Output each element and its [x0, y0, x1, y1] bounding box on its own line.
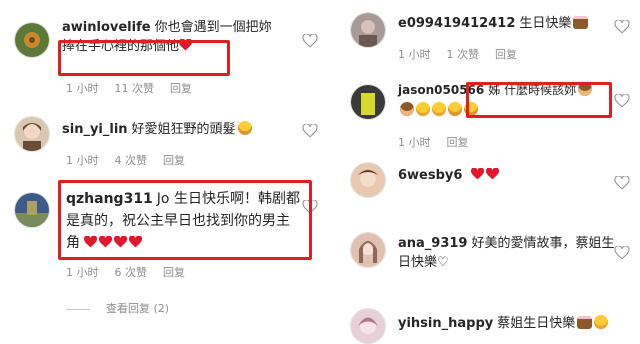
comment-username[interactable]: jason050566	[398, 83, 484, 97]
reply-button[interactable]: 回复	[170, 82, 192, 95]
reply-button[interactable]: 回复	[163, 154, 185, 167]
laughing-emoji-icon	[237, 121, 252, 135]
divider	[66, 308, 90, 310]
avatar[interactable]	[350, 12, 386, 48]
heart-emoji	[114, 236, 128, 248]
comment-ana_9319: ana_9319 好美的愛情故事，蔡姐生日快樂♡	[338, 226, 640, 294]
face-emoji-icon	[432, 102, 446, 116]
right-comment-column: e099419412412 生日快樂 1 小时 1 次赞 回复 jason050566…	[338, 0, 640, 344]
like-heart-icon[interactable]	[302, 124, 318, 138]
heart-emoji	[99, 236, 113, 248]
avatar[interactable]	[350, 232, 386, 268]
comment-username[interactable]: yihsin_happy	[398, 316, 493, 331]
comment-text: 生日快樂	[519, 16, 572, 31]
like-heart-icon[interactable]	[614, 94, 630, 108]
comment-username[interactable]: awinlovelife	[62, 20, 151, 35]
comment-text: 姊 什麼時候該妳	[488, 83, 577, 97]
view-replies-label[interactable]: 查看回复 (2)	[106, 302, 169, 315]
comment-meta: 1 小时 回复	[398, 134, 485, 150]
like-heart-icon[interactable]	[302, 34, 318, 48]
comment-username[interactable]: e099419412412	[398, 16, 515, 31]
comment-body: sin_yi_lin 好愛姐狂野的頭髮	[62, 120, 292, 139]
comment-body: ana_9319 好美的愛情故事，蔡姐生日快樂♡	[398, 234, 620, 272]
four-hearts	[84, 235, 144, 251]
heart-emoji	[129, 236, 143, 248]
comment-likes[interactable]: 11 次赞	[115, 82, 155, 95]
comment-awinlovelife: awinlovelife 你也會遇到一個把妳捧在手心裡的那個他 1 小时 11 次赞…	[0, 0, 320, 100]
comment-body: 6wesby6	[398, 166, 620, 185]
cake-emoji-icon	[577, 316, 593, 329]
reply-button[interactable]: 回复	[447, 136, 469, 149]
like-heart-icon[interactable]	[614, 176, 630, 190]
comment-username[interactable]: 6wesby6	[398, 168, 462, 183]
heart-emoji	[179, 39, 193, 51]
comment-meta: 1 小时 6 次赞 回复	[66, 264, 201, 280]
comment-meta: 1 小时 11 次赞 回复	[66, 80, 208, 96]
comment-meta: 1 小时 1 次赞 回复	[398, 46, 533, 62]
like-heart-icon[interactable]	[302, 200, 318, 214]
avatar[interactable]	[350, 162, 386, 198]
face-emoji-icon	[416, 102, 430, 116]
comment-username[interactable]: qzhang311	[66, 191, 153, 207]
comment-likes[interactable]: 6 次赞	[115, 266, 148, 279]
monkey-emoji-icon	[400, 102, 414, 116]
comment-username[interactable]: ana_9319	[398, 236, 467, 251]
like-heart-icon[interactable]	[614, 246, 630, 260]
view-replies-link[interactable]: 查看回复 (2)	[66, 300, 169, 316]
face-emoji-icon	[594, 315, 609, 329]
comment-meta: 1 小时 4 次赞 回复	[66, 152, 201, 168]
comment-body: qzhang311 Jo 生日快乐啊！韩剧都是真的，祝公主早日也找到你的男主角	[66, 188, 300, 254]
comment-likes[interactable]: 4 次赞	[115, 154, 148, 167]
comment-time: 1 小时	[66, 82, 99, 95]
comment-qzhang311: qzhang311 Jo 生日快乐啊！韩剧都是真的，祝公主早日也找到你的男主角 1…	[0, 180, 320, 290]
avatar[interactable]	[14, 192, 50, 228]
comment-jason050566: jason050566 姊 什麼時候該妳 1 小时 回复	[338, 74, 640, 158]
heart-emoji	[485, 168, 499, 180]
reply-button[interactable]: 回复	[163, 266, 185, 279]
comment-sin_yi_lin: sin_yi_lin 好愛姐狂野的頭髮 1 小时 4 次赞 回复	[0, 104, 320, 176]
reply-button[interactable]: 回复	[495, 48, 517, 61]
heart-emoji	[84, 236, 98, 248]
comment-likes[interactable]: 1 次赞	[447, 48, 480, 61]
comment-6wesby6: 6wesby6	[338, 160, 640, 220]
like-heart-icon[interactable]	[614, 20, 630, 34]
comment-e099419412412: e099419412412 生日快樂 1 小时 1 次赞 回复	[338, 0, 640, 72]
comment-text: 好愛姐狂野的頭髮	[131, 122, 236, 137]
avatar[interactable]	[14, 22, 50, 58]
comment-body: awinlovelife 你也會遇到一個把妳捧在手心裡的那個他	[62, 18, 282, 56]
laughing-emoji-icon	[448, 102, 462, 116]
laughing-emoji-icon	[464, 102, 478, 116]
comment-text: 蔡姐生日快樂	[497, 316, 576, 331]
avatar[interactable]	[14, 116, 50, 152]
comment-time: 1 小时	[398, 136, 431, 149]
comment-time: 1 小时	[66, 154, 99, 167]
comment-time: 1 小时	[66, 266, 99, 279]
cake-emoji-icon	[573, 16, 589, 29]
monkey-emoji-icon	[578, 82, 593, 96]
comment-body: jason050566 姊 什麼時候該妳	[398, 80, 620, 120]
avatar[interactable]	[350, 84, 386, 120]
heart-emoji	[470, 168, 484, 180]
comment-body: yihsin_happy 蔡姐生日快樂	[398, 314, 620, 333]
comment-time: 1 小时	[398, 48, 431, 61]
left-comment-column: awinlovelife 你也會遇到一個把妳捧在手心裡的那個他 1 小时 11 次赞…	[0, 0, 320, 341]
comment-body: e099419412412 生日快樂	[398, 14, 618, 33]
comment-yihsin_happy: yihsin_happy 蔡姐生日快樂	[338, 304, 640, 344]
comment-username[interactable]: sin_yi_lin	[62, 122, 128, 137]
avatar[interactable]	[350, 308, 386, 344]
